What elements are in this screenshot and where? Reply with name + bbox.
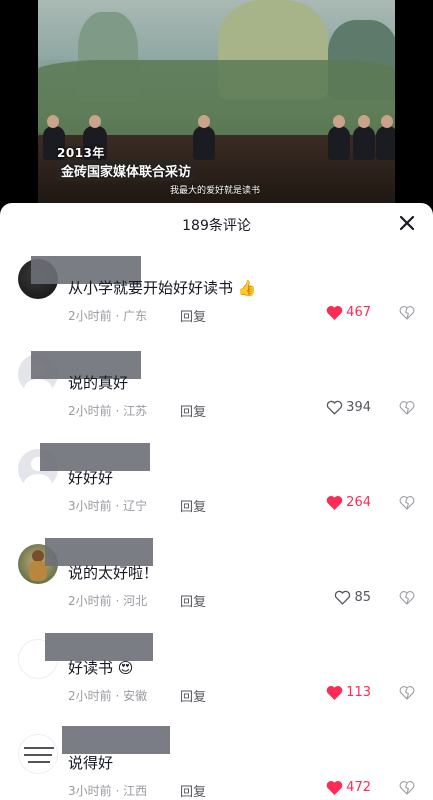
dislike-icon[interactable]	[399, 495, 415, 511]
comment-text: 从小学就要开始好好读书 👍	[68, 279, 257, 297]
reply-button[interactable]: 回复	[180, 306, 206, 325]
thumbs-up-icon: 👍	[237, 279, 257, 297]
like-button[interactable]: 264	[326, 495, 371, 510]
heart-filled-icon	[326, 496, 343, 510]
video-player[interactable]: 2013年 金砖国家媒体联合采访 我最大的爱好就是读书	[0, 0, 433, 210]
reply-button[interactable]: 回复	[180, 591, 206, 610]
like-button[interactable]: 394	[326, 400, 371, 415]
like-button[interactable]: 472	[326, 780, 371, 795]
username-redacted[interactable]	[62, 726, 170, 754]
like-button[interactable]: 113	[326, 685, 371, 700]
close-icon[interactable]	[395, 211, 419, 235]
comment-item: 好读书 😍 2小时前 · 安徽 回复 113	[0, 631, 433, 726]
comment-item: 说的太好啦！ 2小时前 · 河北 回复 85	[0, 536, 433, 631]
dislike-icon[interactable]	[399, 685, 415, 701]
comment-text: 说的太好啦！	[68, 564, 159, 582]
comment-meta: 3小时前 · 江西	[68, 784, 148, 798]
heart-eyes-icon: 😍	[117, 659, 134, 677]
avatar[interactable]	[18, 734, 58, 774]
comments-sheet: 189条评论 从小学就要开始好好读书 👍 2小时前 · 广东 回复 467 说的…	[0, 203, 433, 800]
video-caption-title: 金砖国家媒体联合采访	[57, 160, 196, 181]
like-count: 264	[346, 495, 371, 510]
like-count: 85	[354, 590, 371, 605]
comment-text: 说的真好	[68, 374, 129, 392]
like-button[interactable]: 85	[334, 590, 371, 605]
heart-filled-icon	[326, 781, 343, 795]
heart-outline-icon	[327, 400, 343, 415]
comment-meta: 2小时前 · 广东	[68, 309, 148, 323]
comment-meta: 3小时前 · 辽宁	[68, 499, 148, 513]
comment-item: 说的真好 2小时前 · 江苏 回复 394	[0, 346, 433, 441]
reply-button[interactable]: 回复	[180, 496, 206, 515]
video-caption-year: 2013年	[57, 146, 105, 160]
comment-meta: 2小时前 · 安徽	[68, 689, 148, 703]
reply-button[interactable]: 回复	[180, 781, 206, 800]
dislike-icon[interactable]	[399, 305, 415, 321]
like-count: 472	[346, 780, 371, 795]
comment-item: 说得好 3小时前 · 江西 回复 472	[0, 726, 433, 800]
comment-meta: 2小时前 · 河北	[68, 594, 148, 608]
dislike-icon[interactable]	[399, 780, 415, 796]
video-subtitle: 我最大的爱好就是读书	[170, 186, 261, 196]
heart-filled-icon	[326, 686, 343, 700]
dislike-icon[interactable]	[399, 400, 415, 416]
like-count: 467	[346, 305, 371, 320]
comment-item: 从小学就要开始好好读书 👍 2小时前 · 广东 回复 467	[0, 251, 433, 346]
comment-text: 好好好	[68, 469, 114, 487]
dislike-icon[interactable]	[399, 590, 415, 606]
like-count: 394	[346, 400, 371, 415]
heart-outline-icon	[335, 590, 351, 605]
comment-meta: 2小时前 · 江苏	[68, 404, 148, 418]
like-count: 113	[346, 685, 371, 700]
comment-text: 好读书 😍	[68, 659, 134, 677]
comment-item: 好好好 3小时前 · 辽宁 回复 264	[0, 441, 433, 536]
reply-button[interactable]: 回复	[180, 401, 206, 420]
heart-filled-icon	[326, 306, 343, 320]
like-button[interactable]: 467	[326, 305, 371, 320]
reply-button[interactable]: 回复	[180, 686, 206, 705]
comments-count-title: 189条评论	[182, 218, 251, 234]
comment-text: 说得好	[68, 754, 114, 772]
